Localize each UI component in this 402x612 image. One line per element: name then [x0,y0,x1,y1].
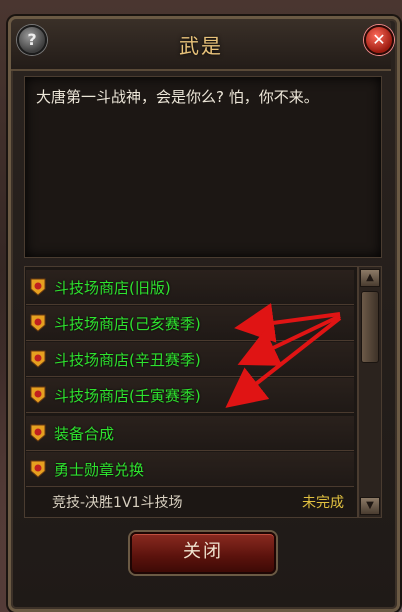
option-arena-shop-xinchou[interactable]: 斗技场商店(辛丑赛季) [26,342,354,377]
scroll-up-icon[interactable]: ▲ [360,269,380,287]
list-scrollbar[interactable]: ▲ ▼ [358,266,382,518]
option-arena-shop-old[interactable]: 斗技场商店(旧版) [26,270,354,305]
close-icon[interactable]: ✕ [364,25,394,55]
option-arena-shop-renyin[interactable]: 斗技场商店(壬寅赛季) [26,378,354,413]
shield-badge-icon [30,350,46,368]
quest-status-row: 竞技-决胜1V1斗技场 未完成 [26,492,354,516]
shield-badge-icon [30,460,46,478]
shield-badge-icon [30,386,46,404]
npc-dialog-text: 大唐第一斗战神，会是你么? 怕，你不来。 [36,88,319,106]
quest-status: 未完成 [302,495,344,511]
option-arena-shop-jihai[interactable]: 斗技场商店(己亥赛季) [26,306,354,341]
option-label: 斗技场商店(己亥赛季) [54,315,201,333]
option-label: 勇士勋章兑换 [54,461,145,479]
quest-name: 竞技-决胜1V1斗技场 [52,495,183,511]
scroll-down-icon[interactable]: ▼ [360,497,380,515]
shield-badge-icon [30,424,46,442]
option-label: 装备合成 [54,425,115,443]
option-label: 斗技场商店(旧版) [54,279,171,297]
scroll-thumb[interactable] [361,291,379,363]
close-button[interactable]: 关闭 [130,532,276,574]
dialog-title: 武是 [179,34,223,58]
shield-badge-icon [30,278,46,296]
option-medal-exchange[interactable]: 勇士勋章兑换 [26,452,354,487]
shield-badge-icon [30,314,46,332]
help-icon[interactable]: ? [17,25,47,55]
option-label: 斗技场商店(辛丑赛季) [54,351,201,369]
option-label: 斗技场商店(壬寅赛季) [54,387,201,405]
option-equipment-synthesis[interactable]: 装备合成 [26,416,354,451]
